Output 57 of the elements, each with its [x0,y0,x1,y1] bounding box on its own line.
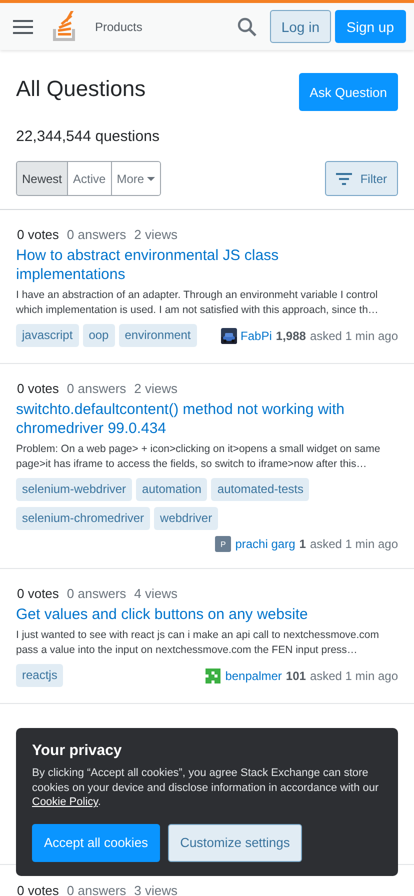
answer-count: 0 answers [66,380,126,397]
view-count: 2 views [134,380,178,397]
view-count: 2 views [134,226,178,243]
asked-time: asked 1 min ago [310,537,398,551]
caret-icon [147,176,156,180]
signup-button[interactable]: Sign up [334,10,406,43]
question-title-link[interactable]: How to abstract environmental JS class implementations [16,246,398,284]
answer-count: 0 answers [66,882,126,896]
products-link[interactable]: Products [95,20,142,34]
accept-cookies-button[interactable]: Accept all cookies [32,824,160,862]
tag[interactable]: webdriver [154,507,218,530]
customize-settings-button[interactable]: Customize settings [168,824,302,862]
tag[interactable]: environment [118,324,197,347]
menu-icon[interactable] [13,18,33,34]
tag[interactable]: selenium-webdriver [16,478,132,501]
asked-time: asked 1 min ago [310,328,398,342]
tag[interactable]: automation [136,478,208,501]
tag[interactable]: oop [82,324,115,347]
question-excerpt: Problem: On a web page> + icon>clicking on it>opens a small widget on same page>it has iframe to access the fields, so switch to iframe>now after this… [16,442,382,472]
page-title: All Questions [16,75,146,103]
user-avatar: P [215,536,232,552]
user-link[interactable]: prachi garg [235,537,296,551]
filter-icon [336,172,352,184]
question-excerpt: I just wanted to see with react js can i make an api call to nextchessmove.com pass a value into the input on nextchessmove.com the FEN input press… [16,628,380,658]
reputation: 1 [299,537,306,551]
tag[interactable]: javascript [16,324,79,347]
filter-button[interactable]: Filter [325,161,398,196]
logo-icon[interactable] [52,11,78,42]
reputation: 1,988 [276,328,306,342]
vote-count: 0 votes [17,882,59,896]
vote-count: 0 votes [17,380,59,397]
view-count: 4 views [134,585,178,602]
vote-count: 0 votes [17,226,59,243]
ask-question-button[interactable]: Ask Question [298,73,398,111]
question-count: 22,344,544 questions [15,127,160,147]
question-title-link[interactable]: switchto.defaultcontent() method not working with chromedriver 99.0.434 [16,400,398,438]
login-button[interactable]: Log in [270,10,331,43]
search-icon[interactable] [237,16,258,36]
question-excerpt: I have an abstraction of an adapter. Through an environmeht variable I control which implementation is used. I am not satisfied with this approach, since th… [16,288,380,318]
asked-time: asked 1 min ago [310,668,398,682]
user-link[interactable]: FabPi [240,328,272,342]
question-title-link[interactable]: Get values and click buttons on any website [16,605,398,624]
cookie-policy-link[interactable]: Cookie Policy [32,796,98,808]
privacy-title: Your privacy [32,742,123,760]
reputation: 101 [286,668,306,682]
tag[interactable]: selenium-chromedriver [16,507,150,530]
tag[interactable]: automated-tests [211,478,310,501]
answer-count: 0 answers [66,585,126,602]
user-link[interactable]: benpalmer [225,668,282,682]
answer-count: 0 answers [66,226,126,243]
identicon-icon [205,668,222,684]
tag[interactable]: reactjs [16,664,64,687]
sort-tab[interactable]: More [110,162,160,195]
view-count: 3 views [134,882,178,896]
sort-tab[interactable]: Newest [17,162,68,195]
privacy-text: By clicking “Accept all cookies”, you agree Stack Exchange can store cookies on your device and disclose information in accordance with our Cookie Policy. [32,766,380,810]
vote-count: 0 votes [17,585,59,602]
